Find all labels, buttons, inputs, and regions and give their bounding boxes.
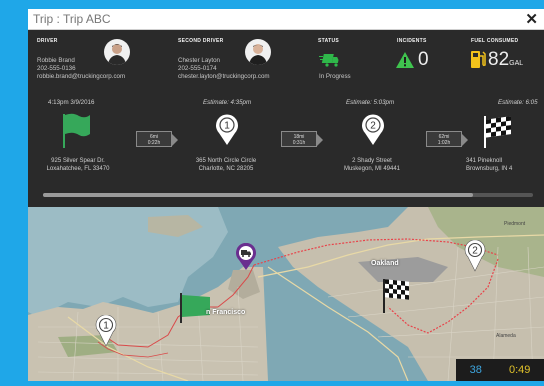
address-stop-2-line1: 2 Shady Street <box>352 158 392 164</box>
second-driver-header: SECOND DRIVER <box>178 38 224 44</box>
stop-1-number: 1 <box>224 121 230 132</box>
address-stop-2-line2: Muskegon, MI 49441 <box>343 166 401 172</box>
stat-right-value: 0:49 <box>508 364 531 376</box>
segment-2-time: 0:31h <box>292 140 306 146</box>
address-stop-1-line1: 365 North Circle Circle <box>195 158 257 164</box>
map-label-san-francisco: n Francisco <box>206 309 246 316</box>
fuel-header: FUEL CONSUMED <box>471 38 519 44</box>
address-stop-1-line2: Charlotte, NC 28205 <box>198 166 254 172</box>
map-label-alameda: Alameda <box>496 333 516 339</box>
incidents-header: INCIDENTS <box>397 38 427 44</box>
address-start-line2: Loxahatchee, FL 33470 <box>46 166 110 172</box>
warning-icon <box>396 52 414 73</box>
second-driver-phone: 202-555-0174 <box>178 65 217 72</box>
address-stop-2: 2 Shady Street Muskegon, MI 49441 <box>317 157 427 173</box>
trip-stats-overlay: 38 0:49 <box>456 359 544 381</box>
address-end-line1: 341 Pineknoll <box>466 158 503 164</box>
stop1-estimate: Estimate: 4:35pm <box>203 99 252 106</box>
segment-1: 6mi 0:22h <box>136 131 178 147</box>
driver-header: DRIVER <box>37 38 58 44</box>
segment-2: 18mi 0:31h <box>281 131 323 147</box>
stop-2-pin-icon[interactable]: 2 <box>361 114 385 151</box>
trip-details-panel: DRIVER Robbie Brand 202-555-0136 robbie.… <box>28 30 544 207</box>
stop2-estimate: Estimate: 5:03pm <box>346 99 395 106</box>
address-start-line1: 925 Silver Spear Dr. <box>51 158 105 164</box>
fuel-pump-icon <box>470 50 486 74</box>
window-title: Trip : Trip ABC <box>33 12 111 26</box>
timeline-scrollbar-thumb[interactable] <box>43 193 473 197</box>
fuel-unit: GAL <box>509 60 524 67</box>
map-stop-1-number: 1 <box>103 321 109 332</box>
fuel-value: 82 <box>488 49 510 70</box>
second-driver-email[interactable]: chester.layton@truckingcorp.com <box>178 73 270 81</box>
incidents-count: 0 <box>418 49 429 70</box>
driver-name: Robbie Brand <box>37 57 75 64</box>
title-bar: Trip : Trip ABC ✕ <box>28 9 544 30</box>
trip-window: Trip : Trip ABC ✕ DRIVER Robbie Brand 20… <box>28 9 544 381</box>
driver-email[interactable]: robbie.brand@truckingcorp.com <box>37 73 125 81</box>
map-stop-2-number: 2 <box>472 246 478 257</box>
driver-info: Robbie Brand 202-555-0136 robbie.brand@t… <box>37 57 125 81</box>
address-stop-1: 365 North Circle Circle Charlotte, NC 28… <box>171 157 281 173</box>
route-map[interactable]: 1 2 Oakland n Francisco Alameda Piedmont… <box>28 207 544 381</box>
map-label-piedmont: Piedmont <box>504 221 526 227</box>
truck-icon <box>319 53 341 72</box>
fuel-consumed: 82GAL <box>488 50 523 69</box>
map-background <box>28 207 544 381</box>
address-end: 341 Pineknoll Brownsburg, IN 4 <box>466 157 544 173</box>
status-text: In Progress <box>319 73 351 80</box>
stop-1-pin-icon[interactable]: 1 <box>215 114 239 151</box>
second-driver-name: Chester Layton <box>178 57 220 64</box>
driver-phone: 202-555-0136 <box>37 65 76 72</box>
timeline-scrollbar[interactable] <box>43 193 533 197</box>
address-end-line2: Brownsburg, IN 4 <box>466 166 513 172</box>
segment-3-time: 1:02h <box>437 140 451 146</box>
segment-3: 62mi 1:02h <box>426 131 468 147</box>
finish-flag-icon <box>483 114 513 153</box>
address-start: 925 Silver Spear Dr. Loxahatchee, FL 334… <box>28 157 133 173</box>
stop-2-number: 2 <box>370 121 376 132</box>
stop3-estimate: Estimate: 6:05 <box>498 99 538 106</box>
stat-left-value: 38 <box>469 364 482 376</box>
map-label-oakland: Oakland <box>371 260 399 267</box>
start-time: 4:13pm 3/9/2016 <box>48 99 95 106</box>
status-header: STATUS <box>318 38 340 44</box>
close-icon[interactable]: ✕ <box>525 12 538 27</box>
start-flag-icon <box>61 112 91 153</box>
second-driver-info: Chester Layton 202-555-0174 chester.layt… <box>178 57 270 81</box>
segment-1-time: 0:22h <box>147 140 161 146</box>
